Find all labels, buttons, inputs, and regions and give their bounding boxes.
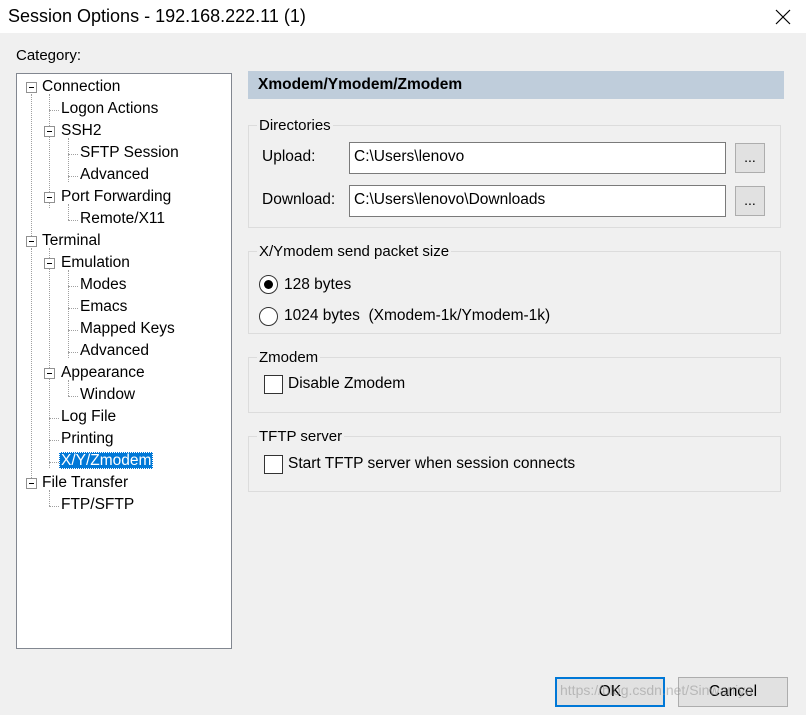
tree-item-xyzmodem[interactable]: X/Y/Zmodem xyxy=(59,450,154,472)
zmodem-group: Zmodem Disable Zmodem xyxy=(248,349,781,413)
zmodem-title: Zmodem xyxy=(257,349,321,366)
tree-line xyxy=(31,248,32,484)
tree-item-terminal[interactable]: Terminal xyxy=(40,230,103,252)
tree-item-ftp-sftp[interactable]: FTP/SFTP xyxy=(59,494,136,516)
collapse-icon[interactable] xyxy=(26,478,37,489)
tree-line xyxy=(68,270,69,358)
tree-item-ssh2[interactable]: SSH2 xyxy=(59,120,104,142)
category-tree[interactable]: Connection Logon Actions SSH2 SFTP Sessi… xyxy=(16,73,232,649)
start-tftp-checkbox[interactable] xyxy=(264,455,283,474)
tree-line xyxy=(31,94,32,242)
tree-item-port-forwarding[interactable]: Port Forwarding xyxy=(59,186,173,208)
panel-header: Xmodem/Ymodem/Zmodem xyxy=(248,71,784,99)
tree-item-printing[interactable]: Printing xyxy=(59,428,116,450)
tree-item-connection[interactable]: Connection xyxy=(40,76,122,98)
category-label: Category: xyxy=(16,47,82,64)
packet-128-radio[interactable] xyxy=(259,275,278,294)
directories-group: Directories Upload: C:\Users\lenovo ... … xyxy=(248,117,781,228)
tree-line xyxy=(68,176,78,177)
collapse-icon[interactable] xyxy=(44,368,55,379)
packet-1024-label[interactable]: 1024 bytes (Xmodem-1k/Ymodem-1k) xyxy=(284,307,550,325)
tree-line xyxy=(49,506,59,507)
tree-line xyxy=(68,352,78,353)
tree-line xyxy=(49,94,50,208)
title-bar: Session Options - 192.168.222.11 (1) xyxy=(0,0,806,33)
tree-line xyxy=(68,154,78,155)
disable-zmodem-label[interactable]: Disable Zmodem xyxy=(288,375,405,393)
tree-line xyxy=(68,220,78,221)
download-label: Download: xyxy=(262,191,336,208)
close-icon xyxy=(775,9,791,24)
tree-line xyxy=(68,330,78,331)
tree-item-window[interactable]: Window xyxy=(78,384,137,406)
tree-line xyxy=(68,308,78,309)
tree-item-emacs[interactable]: Emacs xyxy=(78,296,129,318)
packet-size-group: X/Ymodem send packet size 128 bytes 1024… xyxy=(248,243,781,334)
tree-line xyxy=(68,396,78,397)
tree-item-emulation-advanced[interactable]: Advanced xyxy=(78,340,151,362)
window-title: Session Options - 192.168.222.11 (1) xyxy=(8,6,306,26)
disable-zmodem-checkbox[interactable] xyxy=(264,375,283,394)
tree-line xyxy=(49,462,59,463)
packet-128-label[interactable]: 128 bytes xyxy=(284,276,351,294)
tftp-title: TFTP server xyxy=(257,428,345,445)
tree-line xyxy=(49,440,59,441)
tree-line xyxy=(68,286,78,287)
collapse-icon[interactable] xyxy=(26,236,37,247)
tree-line xyxy=(49,110,59,111)
tree-item-appearance[interactable]: Appearance xyxy=(59,362,147,384)
collapse-icon[interactable] xyxy=(44,126,55,137)
tree-item-remote-x11[interactable]: Remote/X11 xyxy=(78,208,167,230)
tree-line xyxy=(49,248,50,468)
collapse-icon[interactable] xyxy=(26,82,37,93)
collapse-icon[interactable] xyxy=(44,192,55,203)
packet-size-title: X/Ymodem send packet size xyxy=(257,243,452,260)
packet-1024-radio[interactable] xyxy=(259,307,278,326)
tftp-group: TFTP server Start TFTP server when sessi… xyxy=(248,428,781,492)
collapse-icon[interactable] xyxy=(44,258,55,269)
tree-item-emulation[interactable]: Emulation xyxy=(59,252,132,274)
upload-path-input[interactable]: C:\Users\lenovo xyxy=(349,142,726,174)
tree-item-sftp-session[interactable]: SFTP Session xyxy=(78,142,181,164)
upload-label: Upload: xyxy=(262,148,316,165)
tree-item-ssh2-advanced[interactable]: Advanced xyxy=(78,164,151,186)
tree-item-logon-actions[interactable]: Logon Actions xyxy=(59,98,160,120)
start-tftp-label[interactable]: Start TFTP server when session connects xyxy=(288,455,575,473)
upload-browse-button[interactable]: ... xyxy=(735,143,765,173)
tree-item-log-file[interactable]: Log File xyxy=(59,406,118,428)
tree-item-modes[interactable]: Modes xyxy=(78,274,129,296)
tree-item-file-transfer[interactable]: File Transfer xyxy=(40,472,130,494)
download-path-input[interactable]: C:\Users\lenovo\Downloads xyxy=(349,185,726,217)
tree-item-mapped-keys[interactable]: Mapped Keys xyxy=(78,318,177,340)
tree-line xyxy=(49,418,59,419)
directories-title: Directories xyxy=(257,117,333,134)
close-button[interactable] xyxy=(760,0,806,33)
download-browse-button[interactable]: ... xyxy=(735,186,765,216)
watermark: https://blog.csdn.net/Sinwaniya xyxy=(560,682,754,698)
